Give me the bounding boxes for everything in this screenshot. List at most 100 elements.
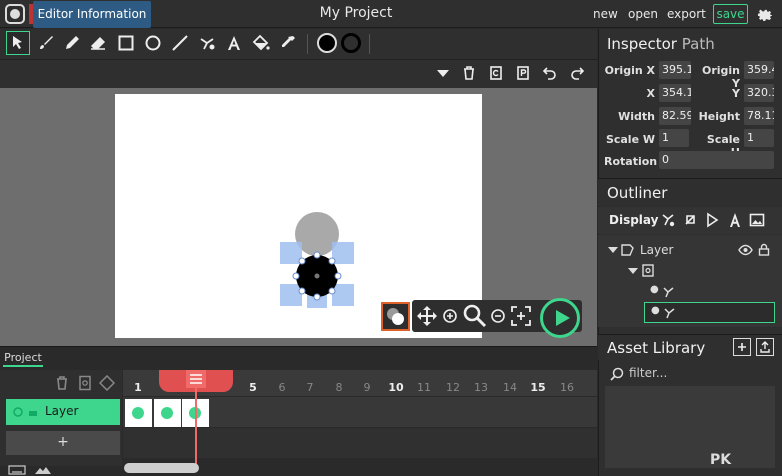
import-asset-icon[interactable] bbox=[756, 338, 774, 356]
path-tool-icon[interactable] bbox=[195, 31, 219, 55]
scale-h-field[interactable]: 1 bbox=[744, 129, 774, 147]
timeline-scrollbar[interactable] bbox=[124, 463, 199, 473]
shape-origin-point[interactable] bbox=[314, 273, 320, 279]
inspector-title-text: Inspector bbox=[607, 35, 677, 53]
frame-number: 16 bbox=[560, 381, 574, 394]
asset-list[interactable] bbox=[605, 386, 775, 468]
layer-lock-icon[interactable] bbox=[28, 407, 38, 417]
image-icon[interactable] bbox=[749, 212, 765, 228]
path-tool-icon[interactable] bbox=[660, 212, 676, 228]
expand-triangle-icon[interactable] bbox=[628, 266, 638, 276]
outliner-path-row[interactable]: ● bbox=[604, 282, 776, 302]
add-frame-icon[interactable] bbox=[77, 375, 93, 391]
frame-number: 15 bbox=[530, 381, 546, 394]
pencil-icon[interactable] bbox=[60, 31, 84, 55]
anchor-point[interactable] bbox=[313, 293, 321, 301]
gear-icon[interactable] bbox=[756, 5, 774, 23]
ellipse-icon[interactable] bbox=[141, 31, 165, 55]
redo-icon[interactable] bbox=[567, 63, 587, 83]
height-label: Height bbox=[698, 110, 740, 123]
keyboard-icon[interactable] bbox=[8, 464, 26, 475]
anchor-point[interactable] bbox=[328, 257, 336, 265]
brush-icon[interactable] bbox=[34, 31, 58, 55]
frame-number: 14 bbox=[503, 381, 517, 394]
outliner-path-row-selected[interactable]: ● bbox=[644, 302, 775, 323]
add-layer-button[interactable]: + bbox=[6, 431, 120, 455]
clip-icon[interactable] bbox=[682, 212, 698, 228]
fit-to-screen-icon[interactable] bbox=[510, 305, 532, 327]
zoom-in-small-icon[interactable] bbox=[442, 308, 458, 324]
rotation-field[interactable]: 0 bbox=[659, 151, 774, 169]
dropdown-arrow-icon[interactable] bbox=[433, 63, 453, 83]
height-field[interactable]: 78.11 bbox=[744, 107, 774, 125]
menu-new[interactable]: new bbox=[593, 7, 618, 21]
anchor-point[interactable] bbox=[298, 287, 306, 295]
frame-number: 7 bbox=[306, 381, 314, 394]
anchor-point[interactable] bbox=[298, 257, 306, 265]
select-tool-icon[interactable] bbox=[6, 31, 30, 55]
keyframe[interactable] bbox=[154, 399, 181, 427]
rotation-label: Rotation bbox=[604, 155, 658, 168]
anchor-point[interactable] bbox=[328, 287, 336, 295]
origin-x-field[interactable]: 395.1 bbox=[659, 61, 691, 79]
line-icon[interactable] bbox=[168, 31, 192, 55]
eyedropper-icon[interactable] bbox=[276, 31, 300, 55]
frame-number: 12 bbox=[446, 381, 460, 394]
anchor-point[interactable] bbox=[292, 272, 300, 280]
onion-skin-button[interactable] bbox=[381, 302, 410, 331]
tab-project[interactable]: Project bbox=[3, 349, 43, 367]
anchor-point[interactable] bbox=[313, 251, 321, 259]
menu-export[interactable]: export bbox=[667, 7, 706, 21]
copy-icon[interactable] bbox=[486, 63, 506, 83]
asset-filter-input[interactable]: filter... bbox=[607, 364, 774, 384]
play-outline-icon[interactable] bbox=[704, 212, 720, 228]
app-logo[interactable] bbox=[5, 4, 25, 24]
y-field[interactable]: 320.3 bbox=[744, 84, 774, 102]
eye-icon[interactable] bbox=[738, 244, 753, 256]
outliner-layer-name: Layer bbox=[640, 243, 674, 257]
move-icon[interactable] bbox=[415, 304, 439, 328]
layer-icon bbox=[621, 244, 634, 256]
magnifier-icon[interactable] bbox=[462, 303, 488, 329]
layer-visibility-icon[interactable] bbox=[12, 406, 24, 418]
outliner-layer-row[interactable]: Layer bbox=[604, 240, 776, 260]
width-label: Width bbox=[618, 110, 655, 123]
fill-color-swatch[interactable] bbox=[315, 31, 339, 55]
play-button[interactable] bbox=[540, 298, 580, 338]
expand-triangle-icon[interactable] bbox=[608, 245, 618, 255]
fill-bucket-icon[interactable] bbox=[249, 31, 273, 55]
timeline-layer-row[interactable]: Layer bbox=[6, 399, 120, 425]
trash-icon[interactable] bbox=[54, 375, 70, 391]
frame-number: 6 bbox=[278, 381, 286, 394]
width-field[interactable]: 82.59 bbox=[659, 107, 691, 125]
trash-icon[interactable] bbox=[459, 63, 479, 83]
outliner-frame-row[interactable] bbox=[604, 261, 776, 281]
rectangle-icon[interactable] bbox=[114, 31, 138, 55]
zoom-out-icon[interactable] bbox=[490, 308, 506, 324]
frame-number: 9 bbox=[363, 381, 371, 394]
lock-icon[interactable] bbox=[758, 243, 770, 256]
stroke-color-swatch[interactable] bbox=[339, 31, 363, 55]
add-asset-icon[interactable] bbox=[733, 338, 751, 356]
keyframe[interactable] bbox=[125, 399, 152, 427]
undo-icon[interactable] bbox=[540, 63, 560, 83]
text-tool-icon[interactable] bbox=[222, 31, 246, 55]
mountain-icon[interactable] bbox=[34, 464, 52, 474]
selection-handle[interactable] bbox=[280, 284, 302, 306]
scale-w-field[interactable]: 1 bbox=[659, 129, 689, 147]
paste-icon[interactable] bbox=[513, 63, 533, 83]
text-icon[interactable] bbox=[727, 212, 743, 228]
menu-open[interactable]: open bbox=[628, 7, 658, 21]
anchor-point[interactable] bbox=[334, 272, 342, 280]
selection-handle[interactable] bbox=[332, 284, 354, 306]
playhead-handle[interactable] bbox=[186, 370, 206, 388]
x-field[interactable]: 354.1 bbox=[659, 84, 691, 102]
keyframe-dot bbox=[161, 407, 173, 419]
display-tab[interactable]: Display bbox=[609, 213, 658, 227]
outliner-title: Outliner bbox=[607, 184, 668, 202]
save-button[interactable]: save bbox=[713, 4, 748, 24]
toolbar-divider bbox=[369, 34, 370, 54]
keyframe-icon[interactable] bbox=[98, 374, 116, 392]
origin-y-field[interactable]: 359.4 bbox=[744, 61, 774, 79]
eraser-icon[interactable] bbox=[86, 31, 110, 55]
